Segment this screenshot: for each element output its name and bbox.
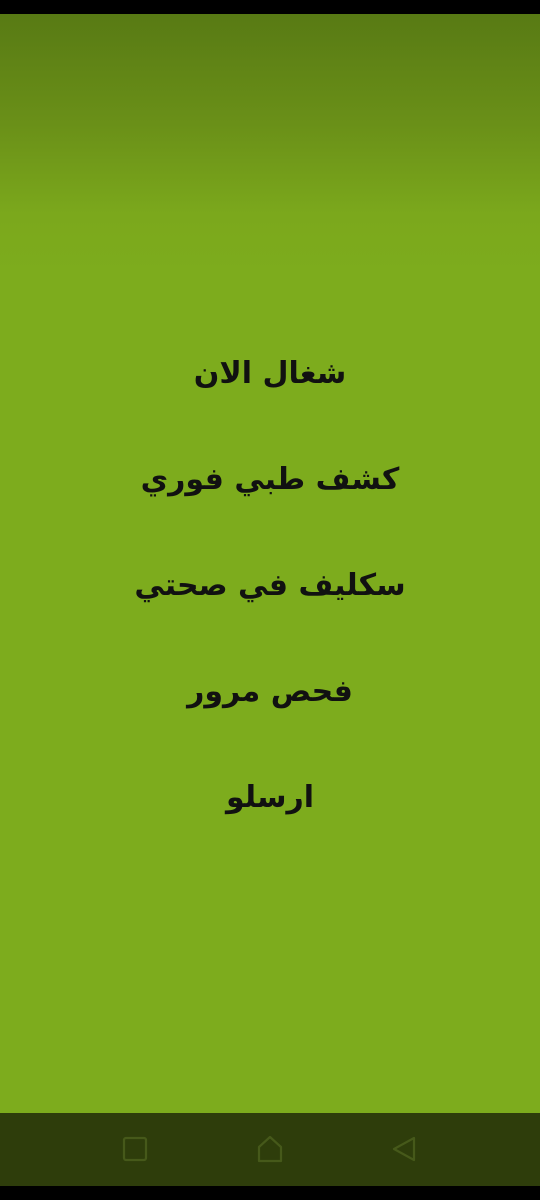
phone-screen: شغال الان كشف طبي فوري سكليف في صحتي فحص… bbox=[0, 0, 540, 1200]
menu-item-traffic-exam[interactable]: فحص مرور bbox=[0, 662, 540, 768]
status-bar bbox=[0, 0, 540, 14]
navigation-bar bbox=[0, 1113, 540, 1186]
recents-button[interactable] bbox=[115, 1131, 155, 1167]
menu-item-send[interactable]: ارسلو bbox=[0, 768, 540, 874]
back-button[interactable] bbox=[384, 1131, 424, 1167]
bottom-strip bbox=[0, 1186, 540, 1200]
square-icon bbox=[121, 1135, 149, 1163]
home-button[interactable] bbox=[250, 1131, 290, 1167]
menu-list: شغال الان كشف طبي فوري سكليف في صحتي فحص… bbox=[0, 344, 540, 874]
home-icon bbox=[254, 1133, 286, 1165]
menu-item-sick-leave-sehaty[interactable]: سكليف في صحتي bbox=[0, 556, 540, 662]
menu-item-instant-medical-exam[interactable]: كشف طبي فوري bbox=[0, 450, 540, 556]
menu-item-now-working[interactable]: شغال الان bbox=[0, 344, 540, 450]
main-content: شغال الان كشف طبي فوري سكليف في صحتي فحص… bbox=[0, 14, 540, 1113]
back-triangle-icon bbox=[389, 1134, 419, 1164]
